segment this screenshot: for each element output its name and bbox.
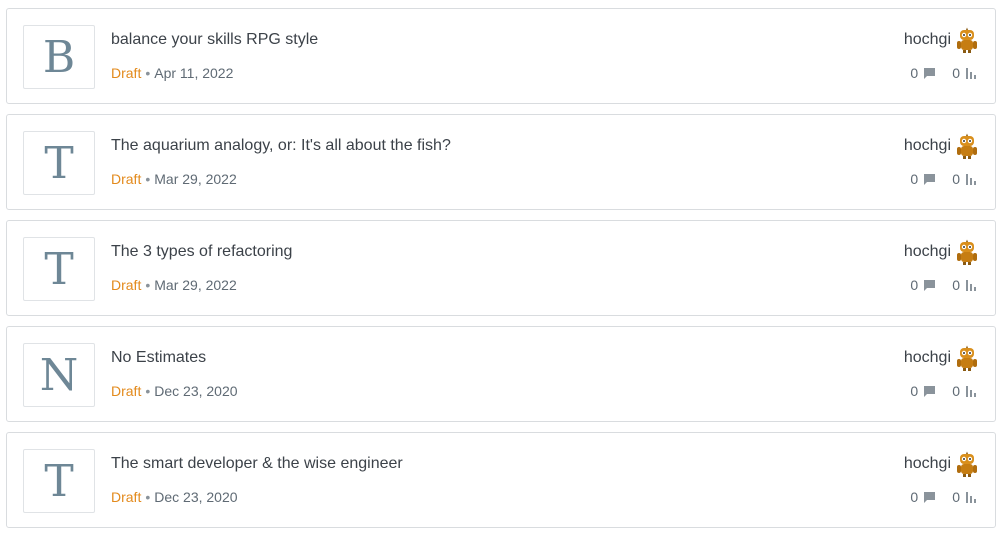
robot-avatar-icon[interactable] (955, 27, 979, 53)
status-label: Draft (111, 489, 142, 505)
meta-separator: • (145, 277, 151, 293)
post-title[interactable]: No Estimates (111, 349, 206, 367)
robot-avatar-icon[interactable] (955, 133, 979, 159)
post-title[interactable]: The 3 types of refactoring (111, 243, 292, 261)
comment-bubble-icon (924, 385, 936, 397)
author-name[interactable]: hochgi (904, 349, 951, 367)
author-name[interactable]: hochgi (904, 455, 951, 473)
post-date: Apr 11, 2022 (154, 65, 234, 81)
thumbnail-letter: N (39, 349, 79, 401)
post-thumbnail[interactable]: N (23, 343, 95, 407)
comment-bubble-icon (924, 173, 936, 185)
meta-separator: • (145, 65, 151, 81)
comment-count: 0 (910, 171, 919, 187)
thumbnail-letter: T (44, 137, 74, 189)
post-thumbnail[interactable]: B (23, 25, 95, 89)
comment-bubble-icon (924, 279, 936, 291)
post-thumbnail[interactable]: T (23, 131, 95, 195)
thumbnail-letter: T (44, 455, 74, 507)
status-label: Draft (111, 171, 142, 187)
thumbnail-letter: T (44, 243, 74, 295)
meta-separator: • (145, 489, 151, 505)
bar-chart-icon (966, 386, 976, 397)
meta-separator: • (145, 171, 151, 187)
meta-separator: • (145, 383, 151, 399)
status-label: Draft (111, 277, 142, 293)
robot-avatar-icon[interactable] (955, 451, 979, 477)
status-label: Draft (111, 65, 142, 81)
status-label: Draft (111, 383, 142, 399)
post-card[interactable]: N No Estimates Draft • Dec 23, 2020 hochgi… (6, 326, 996, 422)
post-date: Mar 29, 2022 (154, 171, 237, 187)
comment-count: 0 (910, 277, 919, 293)
post-card[interactable]: T The aquarium analogy, or: It's all abo… (6, 114, 996, 210)
bar-chart-icon (966, 174, 976, 185)
post-stats: 0 0 (910, 489, 977, 505)
view-count: 0 (952, 171, 960, 187)
comment-count: 0 (910, 65, 919, 81)
thumbnail-letter: B (42, 31, 76, 83)
post-meta: Draft • Mar 29, 2022 (111, 171, 237, 187)
bar-chart-icon (966, 492, 976, 503)
post-date: Mar 29, 2022 (154, 277, 237, 293)
view-count: 0 (952, 65, 960, 81)
bar-chart-icon (966, 68, 976, 79)
post-stats: 0 0 (910, 171, 977, 187)
comment-bubble-icon (924, 491, 936, 503)
view-count: 0 (952, 383, 960, 399)
post-title[interactable]: The aquarium analogy, or: It's all about… (111, 137, 451, 155)
post-thumbnail[interactable]: T (23, 449, 95, 513)
post-meta: Draft • Dec 23, 2020 (111, 383, 238, 399)
comment-count: 0 (910, 489, 919, 505)
post-title[interactable]: The smart developer & the wise engineer (111, 455, 403, 473)
post-date: Dec 23, 2020 (154, 383, 238, 399)
post-stats: 0 0 (910, 383, 977, 399)
post-list: B balance your skills RPG style Draft • Ap… (0, 0, 1005, 535)
author-name[interactable]: hochgi (904, 137, 951, 155)
author-name[interactable]: hochgi (904, 31, 951, 49)
post-card[interactable]: T The 3 types of refactoring Draft • Mar 2… (6, 220, 996, 316)
post-meta: Draft • Dec 23, 2020 (111, 489, 238, 505)
author-name[interactable]: hochgi (904, 243, 951, 261)
post-meta: Draft • Apr 11, 2022 (111, 65, 233, 81)
post-meta: Draft • Mar 29, 2022 (111, 277, 237, 293)
post-title[interactable]: balance your skills RPG style (111, 31, 318, 49)
post-stats: 0 0 (910, 65, 977, 81)
post-card[interactable]: B balance your skills RPG style Draft • Ap… (6, 8, 996, 104)
comment-count: 0 (910, 383, 919, 399)
view-count: 0 (952, 489, 960, 505)
comment-bubble-icon (924, 67, 936, 79)
post-card[interactable]: T The smart developer & the wise enginee… (6, 432, 996, 528)
post-date: Dec 23, 2020 (154, 489, 238, 505)
post-stats: 0 0 (910, 277, 977, 293)
robot-avatar-icon[interactable] (955, 239, 979, 265)
robot-avatar-icon[interactable] (955, 345, 979, 371)
post-thumbnail[interactable]: T (23, 237, 95, 301)
view-count: 0 (952, 277, 960, 293)
bar-chart-icon (966, 280, 976, 291)
